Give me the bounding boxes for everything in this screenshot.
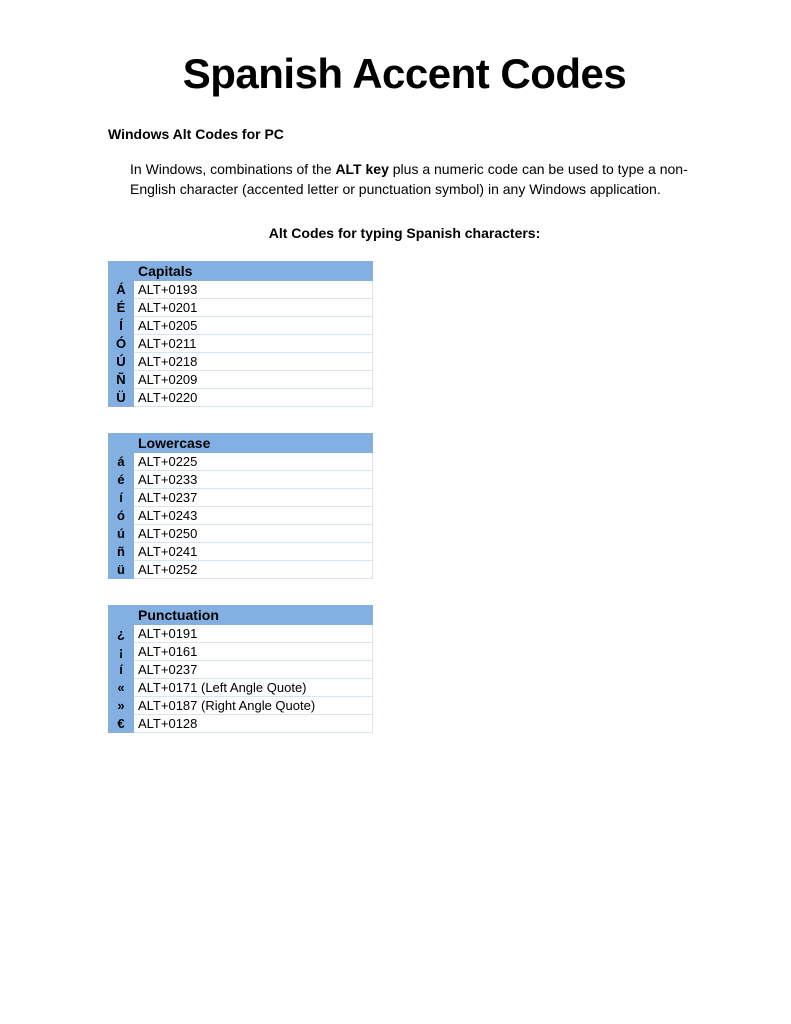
- char-cell: ú: [108, 525, 134, 543]
- char-cell: Ú: [108, 353, 134, 371]
- description-bold: ALT key: [335, 161, 388, 177]
- section-header: Alt Codes for typing Spanish characters:: [108, 225, 701, 241]
- table-header-spacer: [108, 605, 134, 625]
- table-header-spacer: [108, 433, 134, 453]
- table-header-title: Punctuation: [134, 605, 373, 625]
- table-row: íALT+0237: [108, 661, 373, 679]
- table-row: €ALT+0128: [108, 715, 373, 733]
- table-row: ÓALT+0211: [108, 335, 373, 353]
- table-row: óALT+0243: [108, 507, 373, 525]
- code-cell: ALT+0237: [134, 489, 373, 507]
- alt-code-table: LowercaseáALT+0225éALT+0233íALT+0237óALT…: [108, 433, 373, 579]
- char-cell: é: [108, 471, 134, 489]
- code-cell: ALT+0233: [134, 471, 373, 489]
- char-cell: Í: [108, 317, 134, 335]
- code-cell: ALT+0171 (Left Angle Quote): [134, 679, 373, 697]
- description-pre: In Windows, combinations of the: [130, 161, 335, 177]
- table-row: ñALT+0241: [108, 543, 373, 561]
- code-cell: ALT+0218: [134, 353, 373, 371]
- char-cell: í: [108, 489, 134, 507]
- char-cell: í: [108, 661, 134, 679]
- table-row: ÜALT+0220: [108, 389, 373, 407]
- subtitle: Windows Alt Codes for PC: [108, 126, 701, 142]
- table-header-title: Capitals: [134, 261, 373, 281]
- code-cell: ALT+0209: [134, 371, 373, 389]
- char-cell: á: [108, 453, 134, 471]
- code-cell: ALT+0187 (Right Angle Quote): [134, 697, 373, 715]
- code-cell: ALT+0201: [134, 299, 373, 317]
- table-row: ÉALT+0201: [108, 299, 373, 317]
- char-cell: ¿: [108, 625, 134, 643]
- char-cell: Ó: [108, 335, 134, 353]
- char-cell: «: [108, 679, 134, 697]
- code-cell: ALT+0243: [134, 507, 373, 525]
- table-row: üALT+0252: [108, 561, 373, 579]
- char-cell: €: [108, 715, 134, 733]
- code-cell: ALT+0241: [134, 543, 373, 561]
- table-header-title: Lowercase: [134, 433, 373, 453]
- table-row: úALT+0250: [108, 525, 373, 543]
- char-cell: Ñ: [108, 371, 134, 389]
- char-cell: Ü: [108, 389, 134, 407]
- char-cell: ü: [108, 561, 134, 579]
- table-row: ÚALT+0218: [108, 353, 373, 371]
- code-cell: ALT+0250: [134, 525, 373, 543]
- table-row: ÑALT+0209: [108, 371, 373, 389]
- code-cell: ALT+0211: [134, 335, 373, 353]
- table-row: éALT+0233: [108, 471, 373, 489]
- code-cell: ALT+0191: [134, 625, 373, 643]
- char-cell: ó: [108, 507, 134, 525]
- table-row: ÁALT+0193: [108, 281, 373, 299]
- table-row: íALT+0237: [108, 489, 373, 507]
- page-title: Spanish Accent Codes: [108, 50, 701, 98]
- table-row: ¡ALT+0161: [108, 643, 373, 661]
- code-cell: ALT+0161: [134, 643, 373, 661]
- table-row: ÍALT+0205: [108, 317, 373, 335]
- table-row: áALT+0225: [108, 453, 373, 471]
- code-cell: ALT+0205: [134, 317, 373, 335]
- char-cell: Á: [108, 281, 134, 299]
- code-cell: ALT+0225: [134, 453, 373, 471]
- alt-code-table: CapitalsÁALT+0193ÉALT+0201ÍALT+0205ÓALT+…: [108, 261, 373, 407]
- tables-container: CapitalsÁALT+0193ÉALT+0201ÍALT+0205ÓALT+…: [108, 261, 701, 733]
- table-row: «ALT+0171 (Left Angle Quote): [108, 679, 373, 697]
- char-cell: »: [108, 697, 134, 715]
- code-cell: ALT+0237: [134, 661, 373, 679]
- table-row: ¿ALT+0191: [108, 625, 373, 643]
- code-cell: ALT+0193: [134, 281, 373, 299]
- code-cell: ALT+0252: [134, 561, 373, 579]
- alt-code-table: Punctuation¿ALT+0191¡ALT+0161íALT+0237«A…: [108, 605, 373, 733]
- code-cell: ALT+0220: [134, 389, 373, 407]
- char-cell: ¡: [108, 643, 134, 661]
- table-header-spacer: [108, 261, 134, 281]
- char-cell: É: [108, 299, 134, 317]
- description: In Windows, combinations of the ALT key …: [130, 160, 701, 199]
- char-cell: ñ: [108, 543, 134, 561]
- table-row: »ALT+0187 (Right Angle Quote): [108, 697, 373, 715]
- code-cell: ALT+0128: [134, 715, 373, 733]
